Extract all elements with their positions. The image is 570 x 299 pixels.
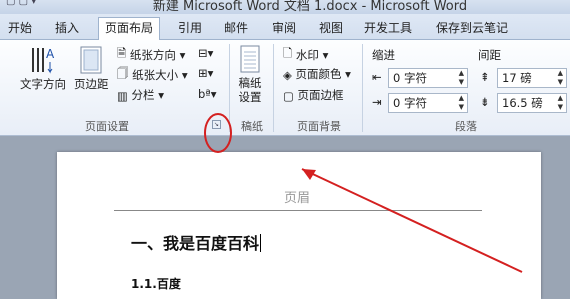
annotation-arrow	[301, 168, 523, 273]
annotation-circle	[204, 113, 232, 153]
annotation-overlay	[204, 113, 523, 273]
